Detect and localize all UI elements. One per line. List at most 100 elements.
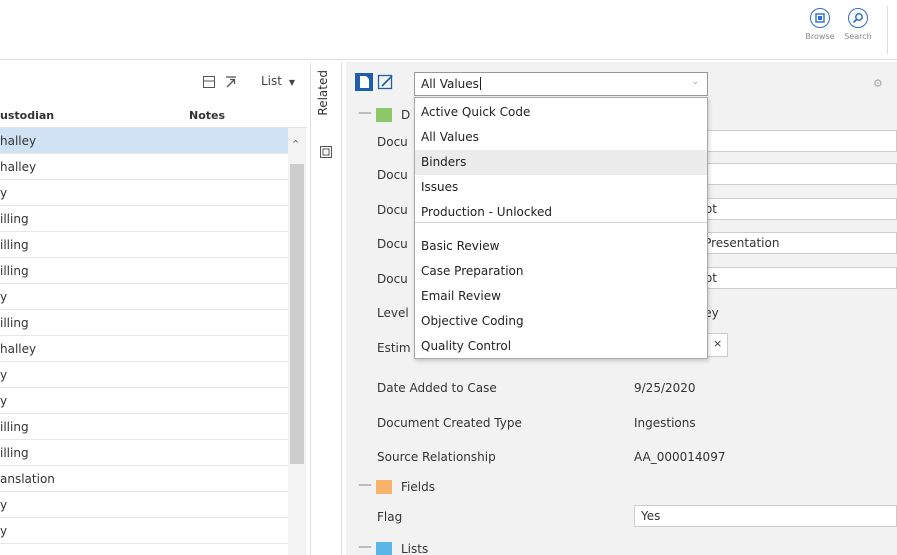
related-label: Related [316,70,330,116]
custodian-cell: anslation [0,472,55,486]
text-cursor [479,77,481,90]
table-row[interactable]: illing [0,414,288,440]
toolbar-divider [887,6,888,54]
pop-out-icon[interactable] [225,76,237,91]
browse-icon [810,8,830,28]
dropdown-option-label: All Values [421,130,479,144]
section-title: Fields [401,480,435,494]
custodian-cell: y [0,290,8,304]
dropdown-option[interactable]: Issues [415,175,707,200]
panel-toggle-icon[interactable] [203,76,215,91]
section-lists-header[interactable]: — Lists [346,534,897,555]
column-header-notes[interactable]: Notes [189,109,225,122]
table-row[interactable]: y [0,518,288,544]
related-panel-icon[interactable] [320,146,332,161]
table-row[interactable]: y [0,492,288,518]
custodian-cell: illing [0,446,29,460]
dropdown-option[interactable]: Quality Control [415,334,707,359]
table-row[interactable]: illing [0,440,288,466]
search-icon [848,8,868,28]
dropdown-option-label: Production - Unlocked [421,205,552,219]
dropdown-option[interactable]: Active Quick Code [415,100,707,125]
top-toolbar: Browse Search [0,0,897,60]
chevron-down-icon[interactable]: ⌄ [691,77,699,87]
collapse-icon[interactable]: — [358,477,372,493]
custodian-cell: halley [0,342,37,356]
column-header-custodian[interactable]: ustodian [0,109,54,122]
search-button[interactable]: Search [840,8,876,41]
field-label: Source Relationship [377,450,496,464]
collapse-icon[interactable]: — [358,539,372,555]
dropdown-option-label: Binders [421,155,467,169]
dropdown-option-label: Objective Coding [421,314,524,328]
custodian-cell: halley [0,134,37,148]
custodian-cell: illing [0,264,29,278]
custodian-cell: y [0,524,8,538]
table-row[interactable]: illing [0,258,288,284]
dropdown-option[interactable]: All Values [415,125,707,150]
layout-select-value: All Values [421,77,479,91]
document-list-pane: List ▼ ustodian Notes halley halley y illin… [0,62,307,555]
field-label: Docu [377,135,408,149]
custodian-cell: y [0,498,8,512]
section-color-swatch [376,108,392,122]
field-value: Ingestions [634,416,696,430]
field-label: Level [377,306,409,320]
view-mode-dropdown[interactable]: List ▼ [261,74,295,88]
table-row[interactable]: halley [0,336,288,362]
collapse-icon[interactable]: — [358,105,372,121]
caret-down-icon: ▼ [288,78,295,87]
dropdown-option-label: Case Preparation [421,264,524,278]
table-row[interactable]: halley [0,128,288,154]
table-row[interactable]: y [0,284,288,310]
flag-label: Flag [377,510,403,524]
table-row[interactable]: illing [0,310,288,336]
custodian-cell: y [0,394,8,408]
edit-coding-icon[interactable] [377,73,395,94]
dropdown-option-label: Active Quick Code [421,105,531,119]
table-row[interactable]: anslation [0,466,288,492]
table-row[interactable]: y [0,388,288,414]
browse-button[interactable]: Browse [802,8,838,41]
table-row[interactable]: illing [0,232,288,258]
dropdown-option[interactable]: Binders [415,150,707,175]
dropdown-option[interactable]: Case Preparation [415,259,707,284]
dropdown-option[interactable]: Basic Review [415,234,707,259]
dropdown-option[interactable]: Objective Coding [415,309,707,334]
layout-select[interactable]: All Values ⌄ [414,72,708,96]
dropdown-option-label: Basic Review [421,239,500,253]
custodian-cell: illing [0,238,29,252]
field-label: Docu [377,168,408,182]
list-toolbar: List ▼ [0,62,307,102]
field-label: Estim [377,341,411,355]
dropdown-option[interactable]: Email Review [415,284,707,309]
dropdown-option-label: Quality Control [421,339,512,353]
section-title: Lists [401,542,429,555]
document-view-icon[interactable] [355,73,373,91]
settings-icon[interactable]: ⚙ [873,77,883,90]
list-scroll-thumb[interactable] [290,164,304,464]
table-row[interactable]: y [0,180,288,206]
scroll-up-icon[interactable]: ⌃ [291,138,300,151]
table-row[interactable]: halley [0,154,288,180]
flag-field[interactable]: Yes [634,505,897,527]
custodian-cell: illing [0,316,29,330]
browse-label: Browse [805,32,835,41]
custodian-cell: halley [0,160,37,174]
section-color-swatch [376,480,392,494]
table-row[interactable]: illing [0,206,288,232]
custodian-cell: y [0,186,8,200]
field-label: Document Created Type [377,416,522,430]
custodian-cell: y [0,368,8,382]
section-fields-header[interactable]: — Fields [346,472,897,502]
column-header-row: ustodian Notes [0,102,307,128]
custodian-cell: illing [0,212,29,226]
field-label: Date Added to Case [377,381,497,395]
dropdown-option-label: Issues [421,180,459,194]
related-panel-tab[interactable]: Related [310,62,342,555]
field-value: AA_000014097 [634,450,726,464]
dropdown-separator [415,222,707,223]
clear-icon[interactable]: × [713,337,722,350]
view-mode-label: List [261,74,282,88]
table-row[interactable]: y [0,362,288,388]
